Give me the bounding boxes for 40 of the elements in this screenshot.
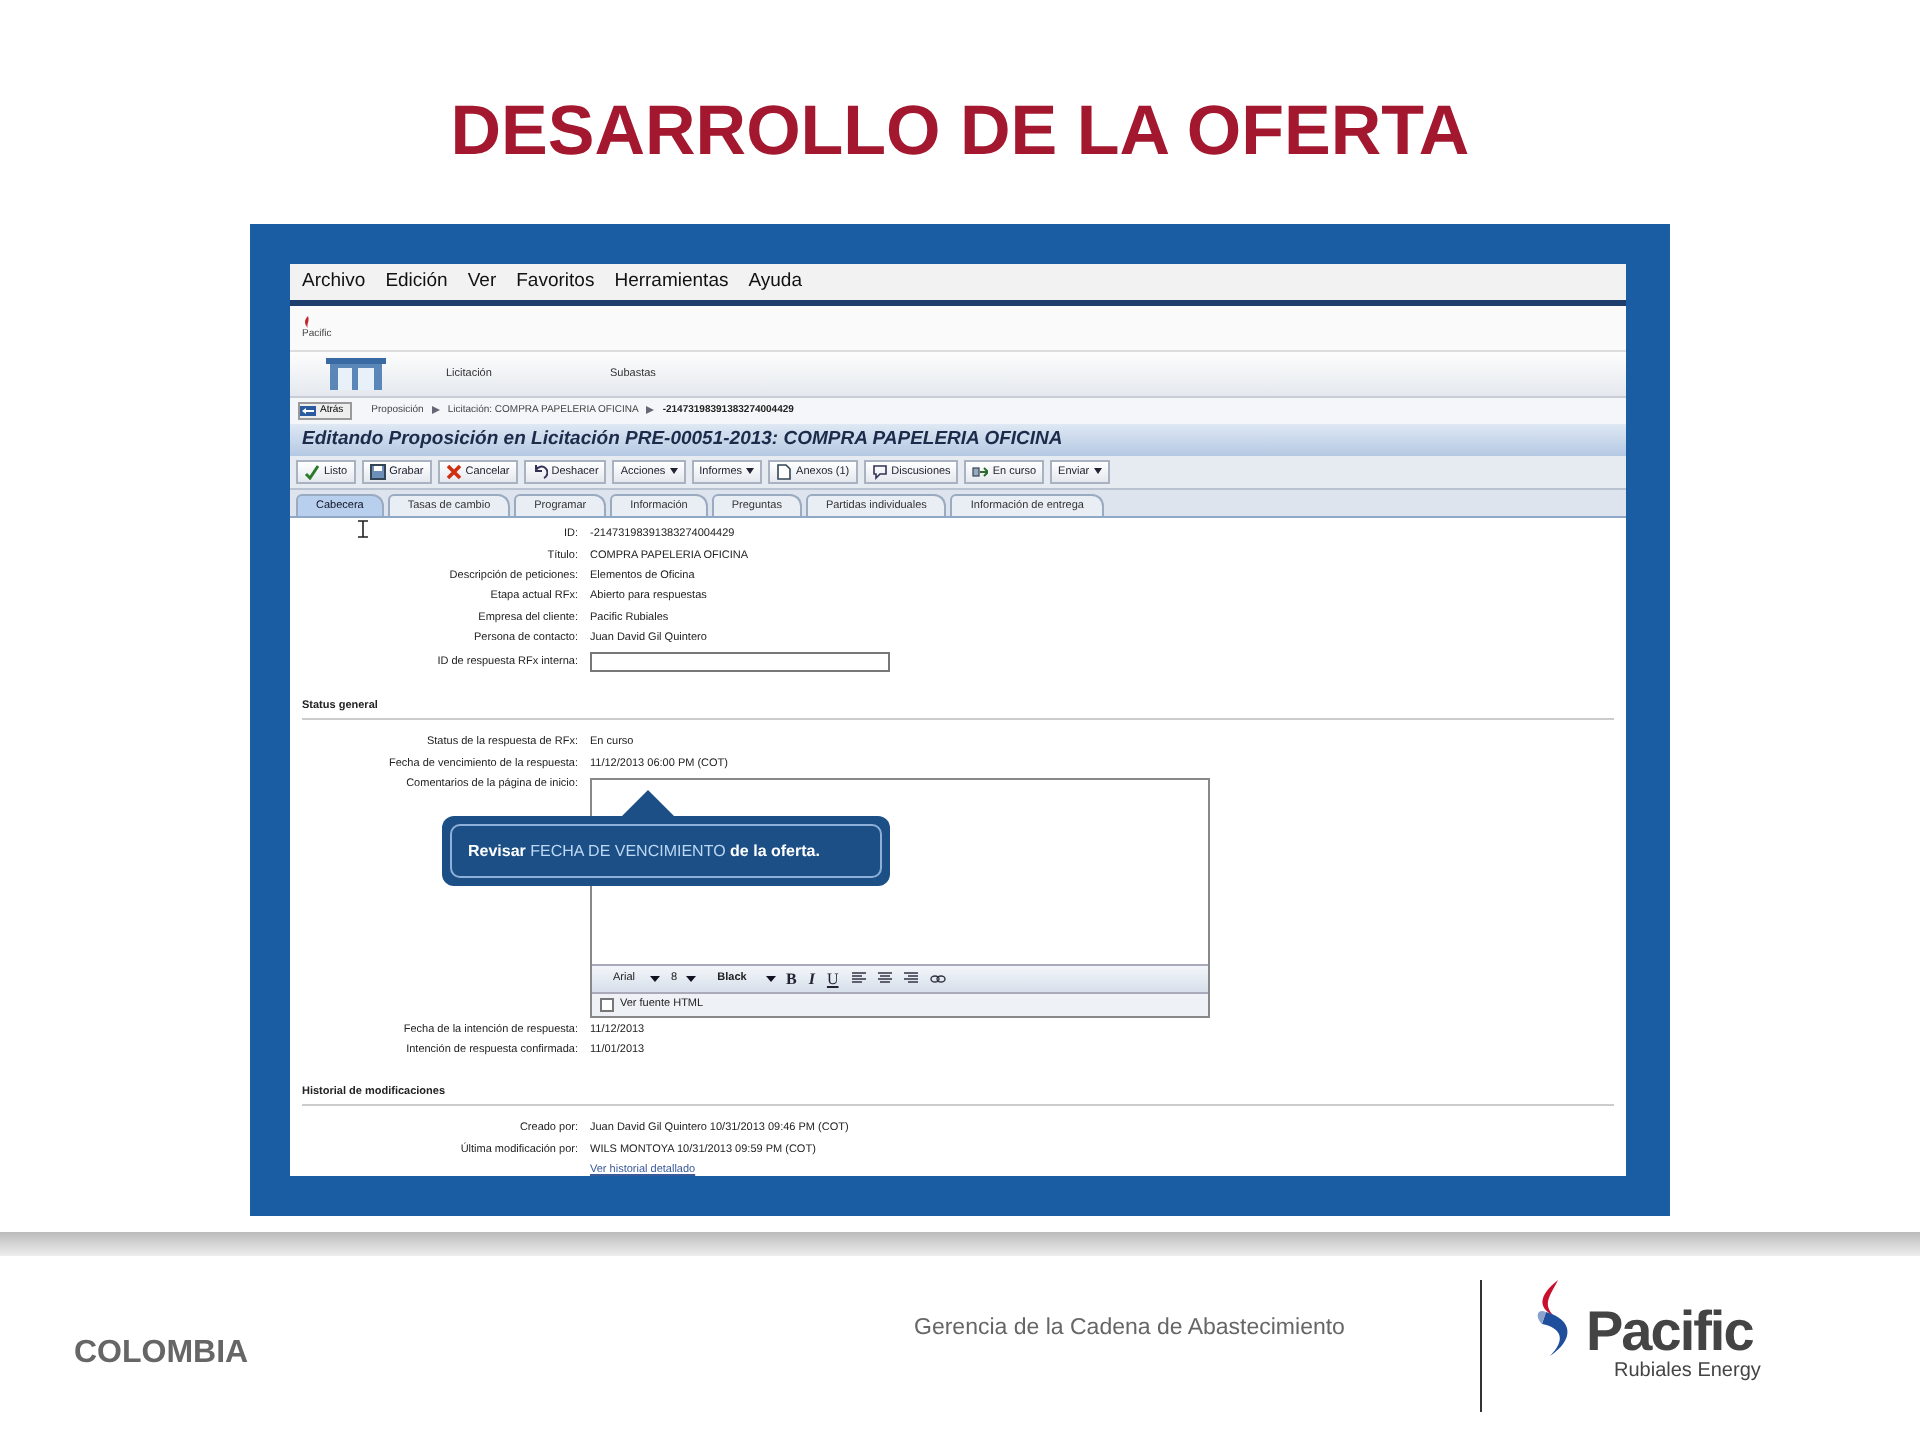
bold-button[interactable]: B [784, 969, 799, 988]
menu-item[interactable]: Favoritos [516, 270, 595, 293]
logo-wordmark: Pacific [1586, 1304, 1755, 1360]
building-icon [326, 353, 386, 394]
callout-text: Revisar FECHA DE VENCIMIENTO de la oferta. [450, 824, 882, 878]
align-center-icon [878, 972, 893, 985]
speech-bubble-icon [871, 463, 888, 480]
caret-icon [1093, 468, 1102, 475]
chevron-icon [646, 406, 655, 415]
logo-tagline: Rubiales Energy [1612, 1360, 1761, 1382]
undo-icon [531, 463, 548, 480]
chevron-icon [431, 406, 440, 415]
page-title: Editando Proposición en Licitación PRE-00051-2013: COMPRA PAPELERIA OFICINA [290, 423, 1626, 456]
italic-button[interactable]: I [806, 969, 817, 988]
caret-icon [669, 468, 678, 475]
document-icon [776, 463, 793, 480]
link-icon [930, 973, 947, 984]
caret-icon [686, 975, 696, 982]
checkbox[interactable] [600, 997, 614, 1012]
menu-item[interactable]: Edición [385, 270, 448, 293]
align-left-icon [852, 972, 867, 985]
department-name: Gerencia de la Cadena de Abastecimiento [914, 1316, 1345, 1340]
input-field[interactable] [590, 652, 890, 673]
check-icon [304, 463, 320, 480]
flame-icon [302, 315, 314, 328]
menu-item[interactable]: Archivo [302, 270, 366, 293]
cross-icon [445, 463, 462, 480]
menu-item[interactable]: Ayuda [748, 270, 802, 293]
back-arrow-icon [300, 405, 316, 416]
swap-icon [972, 463, 989, 480]
menu-item[interactable]: Ver [467, 270, 497, 293]
underline-button[interactable]: U [824, 969, 841, 988]
text-cursor-icon [358, 520, 368, 539]
slide-title: DESARROLLO DE LA OFERTA [450, 90, 1470, 172]
caret-icon [746, 468, 755, 475]
align-right-icon [904, 972, 919, 985]
caret-icon [766, 975, 776, 982]
caret-icon [650, 975, 660, 982]
menu-item[interactable]: Herramientas [614, 270, 729, 293]
country-label: COLOMBIA [74, 1336, 249, 1372]
